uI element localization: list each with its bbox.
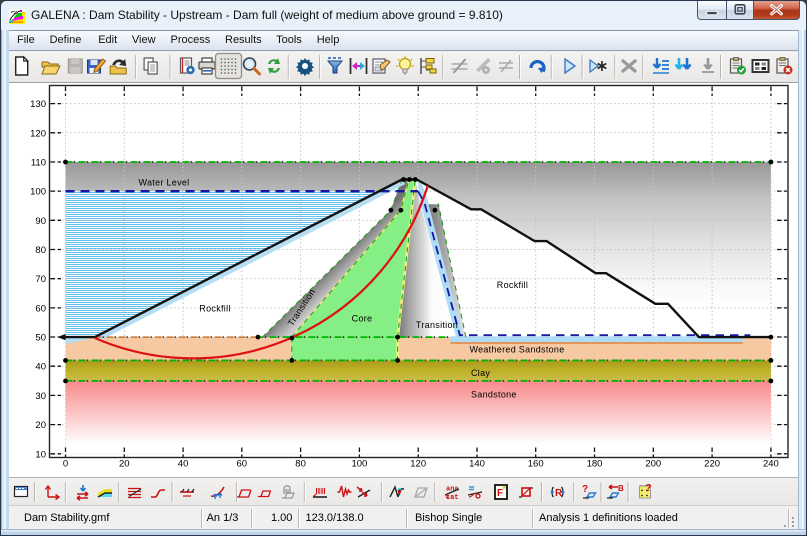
svg-text:40: 40 [178, 459, 189, 470]
svg-text:Sandstone: Sandstone [471, 390, 517, 400]
svg-text:220: 220 [704, 459, 720, 470]
svg-text:Core: Core [352, 314, 373, 324]
svg-text:Water Level: Water Level [139, 178, 190, 188]
svg-text:Rockfill: Rockfill [199, 304, 230, 314]
svg-text:90: 90 [35, 216, 46, 227]
svg-text:40: 40 [35, 362, 46, 373]
svg-text:80: 80 [35, 245, 46, 256]
svg-text:Weathered Sandstone: Weathered Sandstone [469, 345, 564, 355]
svg-text:100: 100 [30, 187, 46, 198]
svg-text:60: 60 [237, 459, 248, 470]
svg-text:60: 60 [35, 303, 46, 314]
svg-text:240: 240 [763, 459, 779, 470]
svg-text:100: 100 [351, 459, 367, 470]
svg-text:?: ? [582, 484, 588, 495]
svg-text:?: ? [646, 483, 652, 494]
svg-text:0: 0 [63, 459, 68, 470]
svg-text:180: 180 [587, 459, 603, 470]
svg-text:70: 70 [35, 274, 46, 285]
svg-text:Transition: Transition [416, 320, 458, 330]
svg-text:10: 10 [35, 449, 46, 460]
svg-text:50: 50 [35, 333, 46, 344]
svg-text:120: 120 [30, 128, 46, 139]
svg-text:120: 120 [410, 459, 426, 470]
svg-text:160: 160 [528, 459, 544, 470]
svg-text:140: 140 [469, 459, 485, 470]
svg-text:*: * [503, 484, 507, 494]
svg-text:130: 130 [30, 99, 46, 110]
svg-text:20: 20 [35, 420, 46, 431]
svg-text:R: R [555, 488, 563, 499]
svg-text:30: 30 [35, 391, 46, 402]
svg-text:Clay: Clay [471, 368, 490, 378]
svg-text:20: 20 [119, 459, 130, 470]
svg-text:200: 200 [645, 459, 661, 470]
svg-text:B: B [618, 484, 624, 493]
svg-text:80: 80 [295, 459, 306, 470]
svg-text:Rockfill: Rockfill [497, 280, 528, 290]
svg-text:110: 110 [31, 158, 46, 169]
